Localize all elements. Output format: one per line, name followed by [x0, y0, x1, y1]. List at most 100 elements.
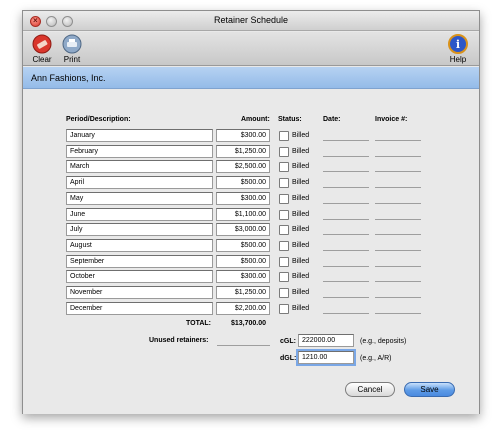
- period-field[interactable]: October: [66, 270, 213, 283]
- company-header: Ann Fashions, Inc.: [23, 67, 479, 89]
- date-line: [323, 219, 369, 220]
- billed-checkbox[interactable]: [279, 178, 289, 188]
- total-label: TOTAL:: [186, 320, 212, 327]
- billed-checkbox[interactable]: [279, 272, 289, 282]
- period-field[interactable]: November: [66, 286, 213, 299]
- company-name: Ann Fashions, Inc.: [31, 73, 106, 83]
- invoice-line: [375, 297, 421, 298]
- period-field[interactable]: July: [66, 223, 213, 236]
- cgl-hint: (e.g., deposits): [360, 338, 407, 345]
- print-button[interactable]: Print: [57, 34, 87, 66]
- billed-label: Billed: [292, 305, 310, 312]
- total-value: $13,700.00: [231, 320, 267, 327]
- save-button[interactable]: Save: [404, 382, 455, 397]
- billed-label: Billed: [292, 226, 310, 233]
- amount-field[interactable]: $500.00: [216, 255, 270, 268]
- period-field[interactable]: January: [66, 129, 213, 142]
- amount-field[interactable]: $1,250.00: [216, 145, 270, 158]
- amount-field[interactable]: $2,500.00: [216, 160, 270, 173]
- billed-label: Billed: [292, 242, 310, 249]
- dgl-hint: (e.g., A/R): [360, 355, 392, 362]
- billed-checkbox[interactable]: [279, 304, 289, 314]
- period-field[interactable]: December: [66, 302, 213, 315]
- amount-field[interactable]: $300.00: [216, 129, 270, 142]
- billed-checkbox[interactable]: [279, 131, 289, 141]
- billed-checkbox[interactable]: [279, 162, 289, 172]
- cgl-label: cGL:: [280, 338, 296, 345]
- period-field[interactable]: March: [66, 160, 213, 173]
- unused-retainers-label: Unused retainers:: [149, 337, 209, 344]
- info-icon: i: [448, 34, 468, 54]
- invoice-line: [375, 140, 421, 141]
- billed-label: Billed: [292, 211, 310, 218]
- period-field[interactable]: June: [66, 208, 213, 221]
- amount-field[interactable]: $1,100.00: [216, 208, 270, 221]
- invoice-line: [375, 250, 421, 251]
- amount-field[interactable]: $3,000.00: [216, 223, 270, 236]
- title-bar: × Retainer Schedule: [23, 11, 479, 31]
- invoice-line: [375, 219, 421, 220]
- billed-label: Billed: [292, 195, 310, 202]
- period-field[interactable]: September: [66, 255, 213, 268]
- billed-checkbox[interactable]: [279, 194, 289, 204]
- toolbar: Clear Print i Help: [23, 32, 479, 66]
- invoice-line: [375, 203, 421, 204]
- billed-checkbox[interactable]: [279, 210, 289, 220]
- billed-checkbox[interactable]: [279, 225, 289, 235]
- dgl-label: dGL:: [280, 355, 297, 362]
- date-line: [323, 297, 369, 298]
- dgl-field[interactable]: 1210.00: [298, 351, 354, 364]
- print-label: Print: [63, 55, 81, 64]
- amount-field[interactable]: $500.00: [216, 239, 270, 252]
- amount-column-header: Amount:: [241, 116, 270, 123]
- date-line: [323, 187, 369, 188]
- period-field[interactable]: February: [66, 145, 213, 158]
- printer-icon: [62, 34, 82, 54]
- clear-button[interactable]: Clear: [27, 34, 57, 66]
- invoice-line: [375, 156, 421, 157]
- date-line: [323, 281, 369, 282]
- billed-label: Billed: [292, 258, 310, 265]
- billed-label: Billed: [292, 273, 310, 280]
- cgl-field[interactable]: 222000.00: [298, 334, 354, 347]
- amount-field[interactable]: $300.00: [216, 192, 270, 205]
- schedule-form: Period/Description: Amount: Status: Date…: [23, 90, 479, 414]
- period-field[interactable]: August: [66, 239, 213, 252]
- billed-checkbox[interactable]: [279, 257, 289, 267]
- date-line: [323, 266, 369, 267]
- date-line: [323, 156, 369, 157]
- billed-label: Billed: [292, 179, 310, 186]
- eraser-icon: [32, 34, 52, 54]
- help-label: Help: [449, 55, 467, 64]
- billed-checkbox[interactable]: [279, 147, 289, 157]
- invoice-line: [375, 266, 421, 267]
- status-column-header: Status:: [278, 116, 302, 123]
- help-button[interactable]: i Help: [443, 34, 473, 66]
- amount-field[interactable]: $1,250.00: [216, 286, 270, 299]
- date-line: [323, 171, 369, 172]
- date-column-header: Date:: [323, 116, 341, 123]
- invoice-line: [375, 281, 421, 282]
- amount-field[interactable]: $300.00: [216, 270, 270, 283]
- date-line: [323, 140, 369, 141]
- amount-field[interactable]: $500.00: [216, 176, 270, 189]
- invoice-line: [375, 171, 421, 172]
- billed-label: Billed: [292, 163, 310, 170]
- invoice-column-header: Invoice #:: [375, 116, 408, 123]
- cancel-button[interactable]: Cancel: [345, 382, 395, 397]
- billed-checkbox[interactable]: [279, 241, 289, 251]
- date-line: [323, 234, 369, 235]
- window-title: Retainer Schedule: [213, 15, 289, 25]
- date-line: [323, 250, 369, 251]
- amount-field[interactable]: $2,200.00: [216, 302, 270, 315]
- retainer-schedule-window: × Retainer Schedule Clear Print i Help A…: [22, 10, 480, 414]
- date-line: [323, 313, 369, 314]
- period-column-header: Period/Description:: [66, 116, 131, 123]
- billed-checkbox[interactable]: [279, 288, 289, 298]
- billed-label: Billed: [292, 132, 310, 139]
- invoice-line: [375, 313, 421, 314]
- billed-label: Billed: [292, 148, 310, 155]
- period-field[interactable]: May: [66, 192, 213, 205]
- unused-retainers-line: [217, 345, 270, 346]
- period-field[interactable]: April: [66, 176, 213, 189]
